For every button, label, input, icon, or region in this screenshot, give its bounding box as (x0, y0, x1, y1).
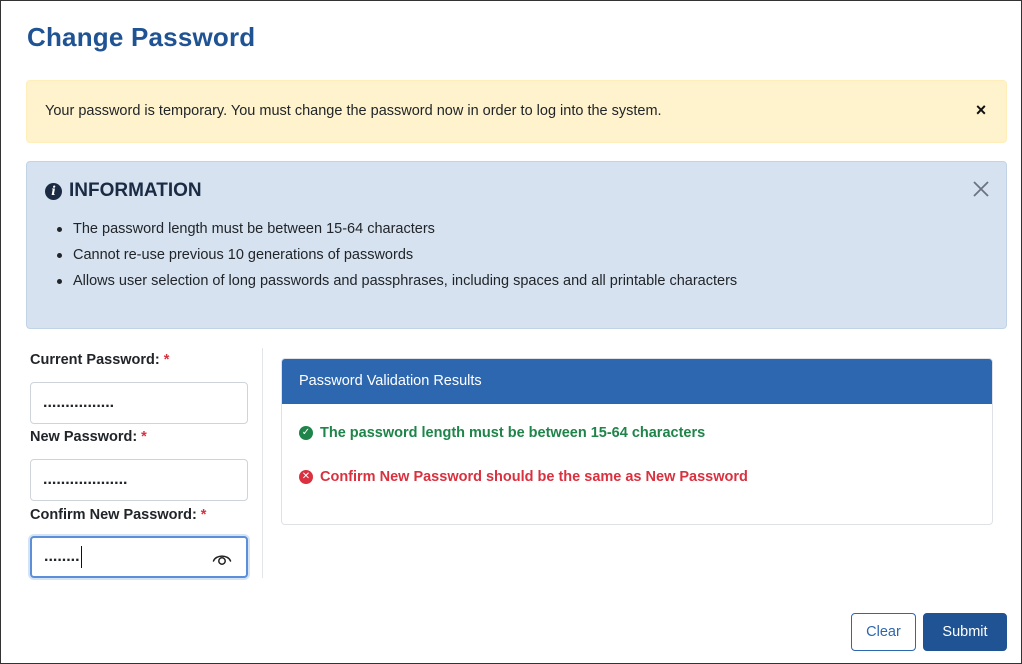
show-password-eye-icon[interactable] (212, 549, 232, 567)
information-title: INFORMATION (69, 180, 202, 201)
new-password-input[interactable]: ................... (30, 459, 248, 501)
validation-result-pass: ✓ The password length must be between 15… (299, 425, 705, 441)
x-circle-icon: ✕ (299, 470, 313, 484)
list-item: Allows user selection of long passwords … (57, 268, 737, 294)
confirm-password-label-text: Confirm New Password: (30, 507, 197, 523)
validation-result-fail: ✕ Confirm New Password should be the sam… (299, 469, 748, 485)
required-marker: * (200, 507, 207, 523)
temporary-password-alert: Your password is temporary. You must cha… (26, 80, 1007, 143)
confirm-password-value: ........ (44, 548, 80, 565)
validation-result-text: The password length must be between 15-6… (320, 425, 706, 441)
validation-header: Password Validation Results (282, 359, 992, 404)
clear-button[interactable]: Clear (851, 613, 916, 651)
form-divider (262, 348, 263, 578)
required-marker: * (141, 429, 147, 445)
page-title: Change Password (27, 22, 256, 52)
confirm-password-input[interactable]: ........ (30, 536, 248, 578)
password-rules-list: The password length must be between 15-6… (57, 216, 737, 294)
new-password-label: New Password: * (30, 429, 147, 445)
required-marker: * (163, 352, 170, 368)
current-password-label-text: Current Password: (30, 352, 160, 368)
alert-message: Your password is temporary. You must cha… (45, 103, 662, 119)
submit-button[interactable]: Submit (923, 613, 1007, 651)
text-caret (80, 546, 82, 568)
new-password-value: ................... (43, 471, 128, 488)
check-circle-icon: ✓ (299, 426, 313, 440)
new-password-label-text: New Password: (30, 429, 138, 445)
current-password-value: ................ (43, 394, 115, 411)
close-alert-button[interactable]: × (972, 99, 990, 121)
close-information-icon[interactable] (970, 178, 992, 200)
validation-result-text: Confirm New Password should be the same … (320, 469, 748, 485)
info-circle-icon: i (45, 182, 62, 200)
current-password-label: Current Password: * (30, 352, 169, 368)
list-item: The password length must be between 15-6… (57, 216, 737, 242)
information-panel: i INFORMATION The password length must b… (26, 161, 1007, 329)
information-header: i INFORMATION (45, 180, 202, 202)
confirm-password-label: Confirm New Password: * (30, 507, 206, 523)
list-item: Cannot re-use previous 10 generations of… (57, 242, 737, 268)
password-validation-panel: Password Validation Results ✓ The passwo… (281, 358, 993, 525)
current-password-input[interactable]: ................ (30, 382, 248, 424)
